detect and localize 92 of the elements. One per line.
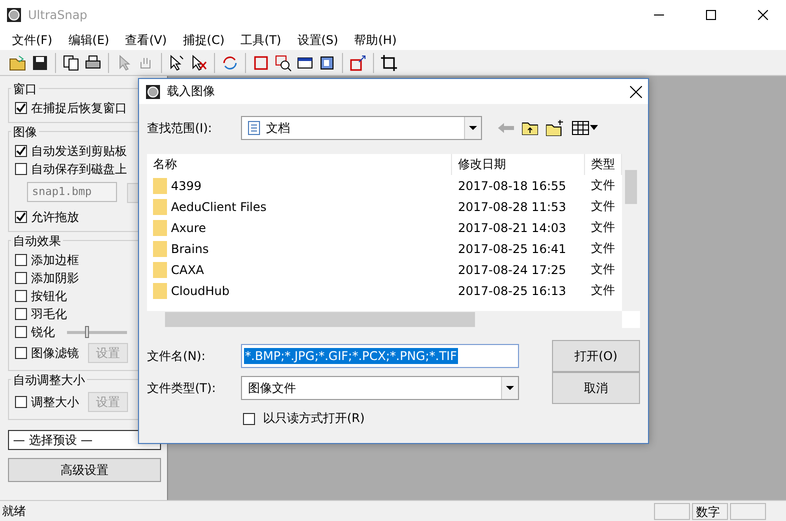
filename-field[interactable]: *.BMP;*.JPG;*.GIF;*.PCX;*.PNG;*.TIF xyxy=(241,344,519,368)
checkbox[interactable] xyxy=(15,102,27,114)
menu-item[interactable]: 文件(F) xyxy=(4,32,60,48)
document-icon xyxy=(248,121,260,135)
checkbox[interactable] xyxy=(243,412,255,424)
field-label: 查找范围(I): xyxy=(147,120,213,136)
open-button[interactable]: 打开(O) xyxy=(552,340,640,372)
date-cell-text: 2017-08-28 11:53 xyxy=(457,200,568,214)
new-folder-icon[interactable] xyxy=(546,120,564,136)
menu-item[interactable]: 查看(V) xyxy=(117,32,175,48)
file-name-cell[interactable]: CloudHub xyxy=(147,282,452,299)
group-title: 自动调整大小 xyxy=(11,372,87,389)
checkbox[interactable] xyxy=(15,347,27,359)
menu-item[interactable]: 捕捉(C) xyxy=(174,32,233,48)
file-name-cell[interactable]: AeduClient Files xyxy=(147,198,452,215)
zoom-region-icon[interactable] xyxy=(273,52,293,72)
folder-icon xyxy=(153,261,167,278)
group-title: 自动效果 xyxy=(11,233,63,250)
look-in-dropdown[interactable]: 文档 xyxy=(241,116,482,140)
cancel-button[interactable]: 取消 xyxy=(552,372,640,404)
slider-thumb[interactable] xyxy=(85,326,89,338)
status-pane xyxy=(730,502,766,520)
status-pane xyxy=(654,502,690,520)
checkbox-label: 按钮化 xyxy=(31,288,67,304)
type-cell-text: 文件 xyxy=(590,282,616,299)
checkbox-label: 允许拖放 xyxy=(31,208,79,226)
type-cell-text: 文件 xyxy=(590,261,616,278)
field-label: 文件名(N): xyxy=(147,348,206,364)
menu-item[interactable]: 编辑(E) xyxy=(60,32,118,48)
checkbox[interactable] xyxy=(15,272,27,284)
window-title: UltraSnap xyxy=(28,8,88,22)
file-type-dropdown[interactable]: 图像文件 xyxy=(241,376,519,400)
dialog-title: 载入图像 xyxy=(167,83,216,100)
resize-icon[interactable] xyxy=(348,52,368,72)
field-label: 文件类型(T): xyxy=(147,380,217,396)
file-name-cell[interactable]: Axure xyxy=(147,219,452,236)
status-text: 就绪 xyxy=(2,502,27,520)
checkbox[interactable] xyxy=(15,163,27,175)
folder-icon xyxy=(153,198,167,215)
menu-item[interactable]: 设置(S) xyxy=(289,32,346,48)
checkbox-label: 自动发送到剪贴板 xyxy=(31,142,127,160)
camera-icon xyxy=(145,84,161,100)
status-pane: 数字 xyxy=(692,502,728,520)
date-cell-text: 2017-08-25 16:13 xyxy=(457,284,568,298)
open-folder-icon[interactable] xyxy=(8,52,28,72)
file-name-cell[interactable]: CAXA xyxy=(147,261,452,278)
folder-icon xyxy=(153,240,167,257)
view-menu-icon[interactable] xyxy=(572,121,598,135)
checkbox-label: 调整大小 xyxy=(31,394,79,410)
filename-field[interactable]: snap1.bmp xyxy=(27,182,117,202)
file-name-cell[interactable]: Brains xyxy=(147,240,452,257)
crop-icon[interactable] xyxy=(379,52,399,72)
file-name-cell[interactable]: 4399 xyxy=(147,177,452,194)
folder-icon xyxy=(153,177,167,194)
checkbox-label: 自动保存到磁盘上 xyxy=(31,160,127,178)
menu-item[interactable]: 帮助(H) xyxy=(346,32,405,48)
checkbox[interactable] xyxy=(15,290,27,302)
date-cell-text: 2017-08-21 14:03 xyxy=(457,220,568,234)
advanced-settings-button[interactable]: 高级设置 xyxy=(8,458,161,482)
type-cell-text: 文件 xyxy=(590,240,616,257)
date-cell-text: 2017-08-18 16:55 xyxy=(457,178,568,192)
checkbox[interactable] xyxy=(15,211,27,223)
close-icon[interactable] xyxy=(630,86,642,98)
folder-up-icon[interactable] xyxy=(522,121,538,135)
copy-icon[interactable] xyxy=(61,52,81,72)
column-header[interactable]: 修改日期 xyxy=(452,154,585,175)
checkbox-label: 图像滤镜 xyxy=(31,344,79,362)
folder-icon xyxy=(153,282,167,299)
type-cell-text: 文件 xyxy=(590,177,616,194)
date-cell-text: 2017-08-24 17:25 xyxy=(457,262,568,276)
checkbox-label: 在捕捉后恢复窗口 xyxy=(31,100,127,116)
date-cell-text: 2017-08-25 16:41 xyxy=(457,242,568,256)
checkbox-label: 添加边框 xyxy=(31,252,79,268)
checkbox[interactable] xyxy=(15,254,27,266)
horizontal-scrollbar[interactable] xyxy=(147,311,622,328)
checkbox[interactable] xyxy=(15,145,27,157)
checkbox[interactable] xyxy=(15,396,27,408)
checkbox[interactable] xyxy=(15,308,27,320)
dropdown-arrow-icon[interactable] xyxy=(469,126,477,130)
checkbox-label: 以只读方式打开(R) xyxy=(263,410,365,427)
folder-icon xyxy=(153,219,167,236)
dropdown-arrow-icon[interactable] xyxy=(506,386,514,390)
type-cell-text: 文件 xyxy=(590,219,616,236)
camera-icon xyxy=(6,7,22,23)
checkbox-label: 锐化 xyxy=(31,324,55,340)
checkbox-label: 羽毛化 xyxy=(31,306,67,322)
checkbox[interactable] xyxy=(15,326,27,338)
menu-item[interactable]: 工具(T) xyxy=(232,32,290,48)
checkbox-label: 添加阴影 xyxy=(31,270,79,286)
type-cell-text: 文件 xyxy=(590,198,616,215)
group-title: 图像 xyxy=(11,124,39,141)
column-header[interactable]: 名称 xyxy=(147,154,452,175)
